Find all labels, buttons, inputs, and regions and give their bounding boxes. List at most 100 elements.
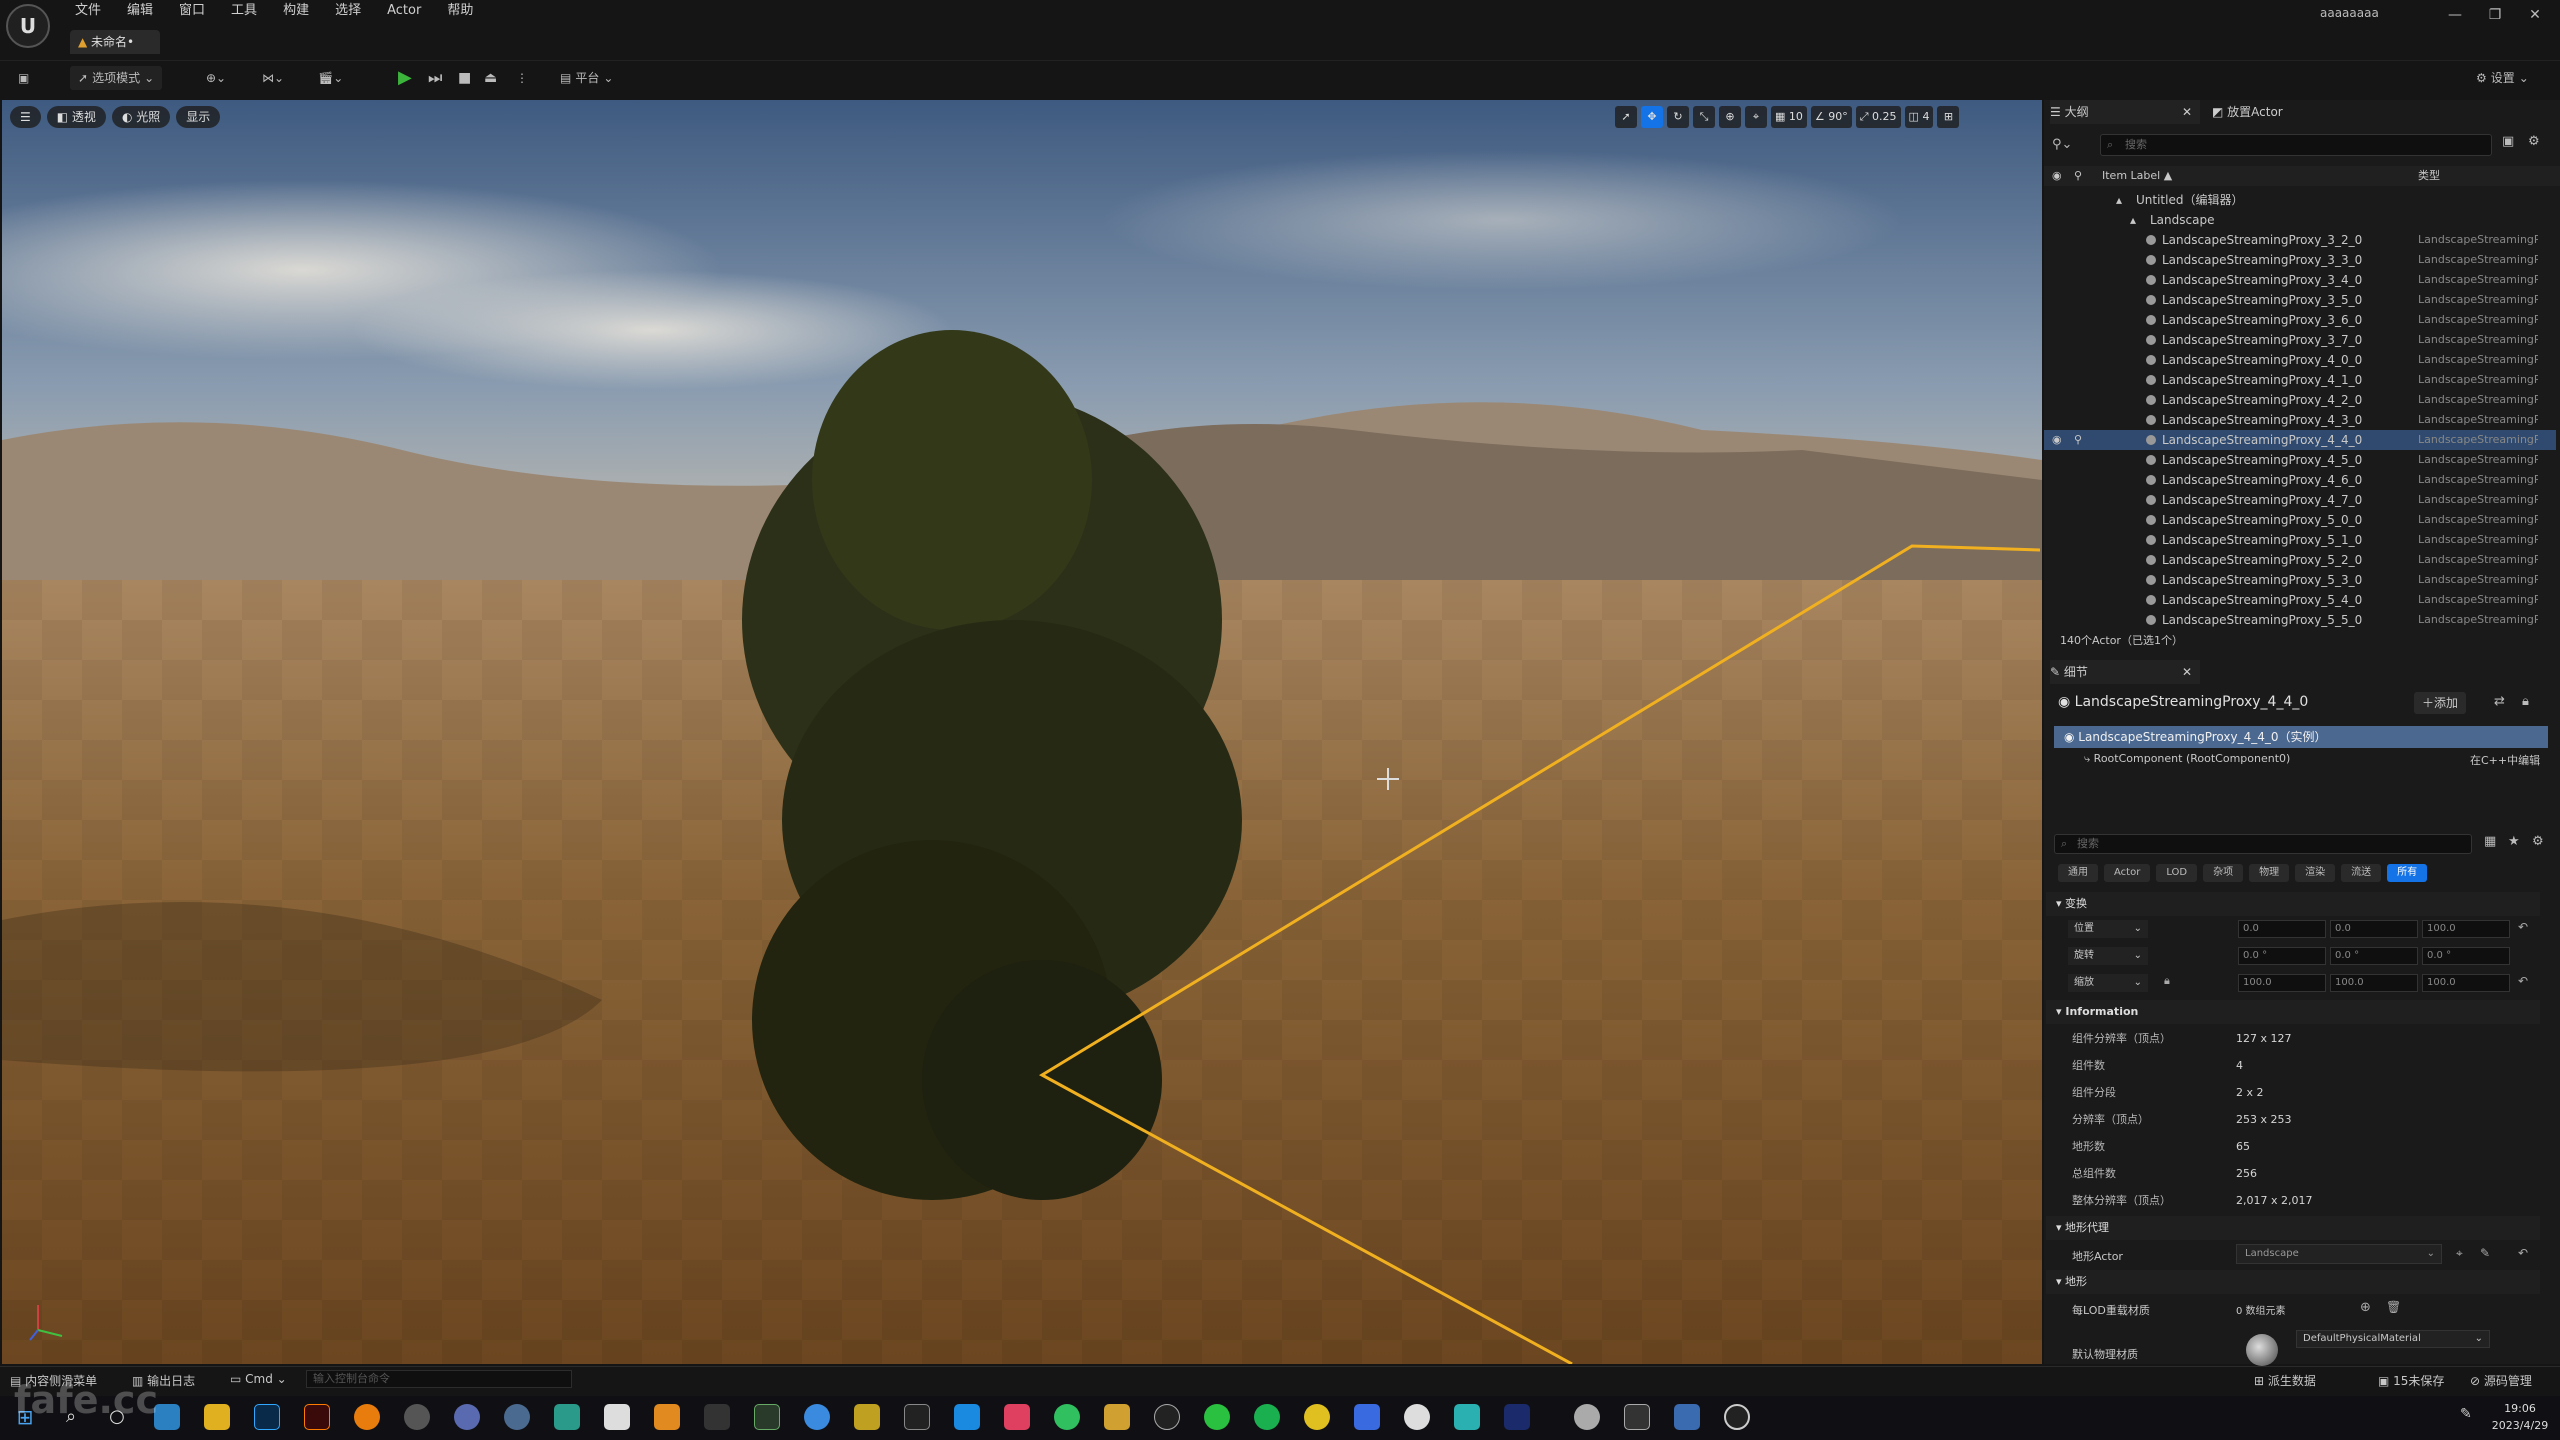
app-icon[interactable]	[904, 1404, 930, 1430]
rotation-x-field[interactable]: 0.0 °	[2238, 947, 2326, 965]
add-actor-icon[interactable]: ⊕⌄	[206, 66, 226, 90]
settings-button[interactable]: ⚙ 设置 ⌄	[2476, 66, 2529, 90]
outliner-row[interactable]: LandscapeStreamingProxy_4_5_0 LandscapeSt…	[2044, 450, 2556, 470]
outliner-row[interactable]: LandscapeStreamingProxy_4_7_0 LandscapeSt…	[2044, 490, 2556, 510]
app-icon[interactable]	[1054, 1404, 1080, 1430]
outliner-row[interactable]: LandscapeStreamingProxy_3_4_0 LandscapeSt…	[2044, 270, 2556, 290]
derived-data-button[interactable]: ⊞ 派生数据	[2254, 1372, 2316, 1389]
outliner-row[interactable]: LandscapeStreamingProxy_4_0_0 LandscapeSt…	[2044, 350, 2556, 370]
clock[interactable]: 19:06 2023/4/29	[2490, 1400, 2550, 1434]
instance-row[interactable]: ◉ LandscapeStreamingProxy_4_4_0（实例）	[2054, 726, 2548, 748]
menu-tools[interactable]: 工具	[218, 0, 270, 22]
rotation-dropdown[interactable]: 旋转 ⌄	[2068, 947, 2148, 965]
level-viewport[interactable]	[2, 100, 2042, 1364]
cat-general[interactable]: 通用	[2058, 864, 2098, 882]
landscape-proxy-section[interactable]: ▾ 地形代理	[2046, 1216, 2540, 1240]
tree-root[interactable]: ▴ Untitled（编辑器）	[2044, 190, 2556, 210]
perspective-button[interactable]: ◧ 透视	[46, 106, 106, 128]
camera-speed-button[interactable]: ◫ 4	[1904, 106, 1934, 128]
outliner-row[interactable]: LandscapeStreamingProxy_4_6_0 LandscapeSt…	[2044, 470, 2556, 490]
app-icon[interactable]	[554, 1404, 580, 1430]
eyedropper-icon[interactable]: ✎	[2480, 1246, 2490, 1260]
app-icon[interactable]	[504, 1404, 530, 1430]
cat-all[interactable]: 所有	[2387, 864, 2428, 882]
app-icon[interactable]	[1574, 1404, 1600, 1430]
outliner-row[interactable]: LandscapeStreamingProxy_4_3_0 LandscapeSt…	[2044, 410, 2556, 430]
save-icon[interactable]: ▣	[18, 66, 29, 90]
rotate-icon[interactable]: ↻	[1667, 106, 1689, 128]
folder-app-icon[interactable]	[204, 1404, 230, 1430]
app-icon[interactable]	[1004, 1404, 1030, 1430]
scale-icon[interactable]: ⤡	[1693, 106, 1715, 128]
location-x-field[interactable]: 0.0	[2238, 920, 2326, 938]
photoshop-app-icon[interactable]	[254, 1404, 280, 1430]
outliner-row[interactable]: LandscapeStreamingProxy_3_2_0 LandscapeSt…	[2044, 230, 2556, 250]
trash-icon[interactable]: 🗑︎	[2386, 1300, 2401, 1314]
blueprint-icon[interactable]: ⋈⌄	[262, 66, 284, 90]
app-icon[interactable]	[604, 1404, 630, 1430]
app-icon[interactable]	[1454, 1404, 1480, 1430]
scale-lock-icon[interactable]: 🔒︎	[2164, 974, 2170, 988]
level-tab[interactable]: ▲ 未命名•	[70, 30, 160, 54]
cat-render[interactable]: 渲染	[2295, 864, 2336, 882]
grid-snap-button[interactable]: ▦ 10	[1771, 106, 1807, 128]
app-icon[interactable]	[1154, 1404, 1180, 1430]
pin-icon[interactable]: ⚲	[2074, 430, 2082, 450]
outliner-row[interactable]: LandscapeStreamingProxy_5_4_0 LandscapeSt…	[2044, 590, 2556, 610]
app-icon[interactable]	[1504, 1404, 1530, 1430]
outliner-row[interactable]: LandscapeStreamingProxy_3_7_0 LandscapeSt…	[2044, 330, 2556, 350]
wechat-app-icon[interactable]	[1204, 1404, 1230, 1430]
blender-app-icon[interactable]	[354, 1404, 380, 1430]
outliner-row[interactable]: LandscapeStreamingProxy_5_3_0 LandscapeSt…	[2044, 570, 2556, 590]
outliner-row[interactable]: ◉ ⚲ LandscapeStreamingProxy_4_4_0 Landscape…	[2044, 430, 2556, 450]
viewport-menu-icon[interactable]: ☰	[10, 106, 41, 128]
cat-actor[interactable]: Actor	[2104, 864, 2151, 882]
cinematics-icon[interactable]: 🎬︎⌄	[318, 66, 343, 90]
app-icon[interactable]	[1354, 1404, 1380, 1430]
world-space-icon[interactable]: ⊕	[1719, 106, 1741, 128]
app-icon[interactable]	[754, 1404, 780, 1430]
gear-icon[interactable]: ⚙	[2528, 134, 2540, 149]
console-input[interactable]: 输入控制台命令	[306, 1370, 572, 1388]
chrome-app-icon[interactable]	[1304, 1404, 1330, 1430]
app-icon[interactable]	[954, 1404, 980, 1430]
source-control-button[interactable]: ⊘ 源码管理	[2470, 1372, 2532, 1389]
step-icon[interactable]: ⏭︎	[428, 66, 442, 90]
pick-actor-icon[interactable]: ⌖	[2456, 1246, 2463, 1261]
close-icon[interactable]: ✕	[2182, 660, 2192, 684]
more-options-icon[interactable]: ⋮	[516, 66, 528, 90]
location-dropdown[interactable]: 位置 ⌄	[2068, 920, 2148, 938]
minimize-icon[interactable]: —	[2440, 4, 2470, 26]
layout-icon[interactable]: ⊞	[1937, 106, 1960, 128]
blueprint-convert-icon[interactable]: ⇄	[2494, 694, 2505, 709]
play-icon[interactable]: ▶	[398, 66, 412, 90]
details-search-input[interactable]: ⌕ 搜索	[2054, 834, 2472, 854]
show-button[interactable]: 显示	[176, 106, 221, 128]
reset-location-icon[interactable]: ↶	[2518, 920, 2528, 934]
outliner-row[interactable]: LandscapeStreamingProxy_5_1_0 LandscapeSt…	[2044, 530, 2556, 550]
scale-z-field[interactable]: 100.0	[2422, 974, 2510, 992]
menu-actor[interactable]: Actor	[374, 0, 434, 22]
transform-section[interactable]: ▾ 变换	[2046, 892, 2540, 916]
menu-edit[interactable]: 编辑	[114, 0, 166, 22]
phys-material-dropdown[interactable]: DefaultPhysicalMaterial ⌄	[2296, 1330, 2490, 1348]
add-element-icon[interactable]: ⊕	[2360, 1300, 2371, 1315]
outliner-row[interactable]: LandscapeStreamingProxy_4_1_0 LandscapeSt…	[2044, 370, 2556, 390]
app-icon[interactable]	[1624, 1404, 1650, 1430]
app-icon[interactable]	[654, 1404, 680, 1430]
app-icon[interactable]	[1674, 1404, 1700, 1430]
outliner-search-input[interactable]: ⌕ 搜索	[2100, 134, 2492, 156]
outliner-row[interactable]: LandscapeStreamingProxy_4_2_0 LandscapeSt…	[2044, 390, 2556, 410]
illustrator-app-icon[interactable]	[304, 1404, 330, 1430]
add-component-button[interactable]: ＋添加	[2414, 692, 2467, 714]
location-z-field[interactable]: 100.0	[2422, 920, 2510, 938]
filter-icon[interactable]: ⚲⌄	[2052, 134, 2082, 156]
app-icon[interactable]	[854, 1404, 880, 1430]
eye-icon[interactable]: ◉	[2052, 430, 2062, 450]
root-component-row[interactable]: ⤷ RootComponent (RootComponent0)	[2084, 752, 2290, 766]
table-view-icon[interactable]: ▦	[2484, 834, 2496, 849]
scale-x-field[interactable]: 100.0	[2238, 974, 2326, 992]
menu-file[interactable]: 文件	[62, 0, 114, 22]
reset-icon[interactable]: ↶	[2518, 1246, 2528, 1260]
lit-button[interactable]: ◐ 光照	[111, 106, 171, 128]
